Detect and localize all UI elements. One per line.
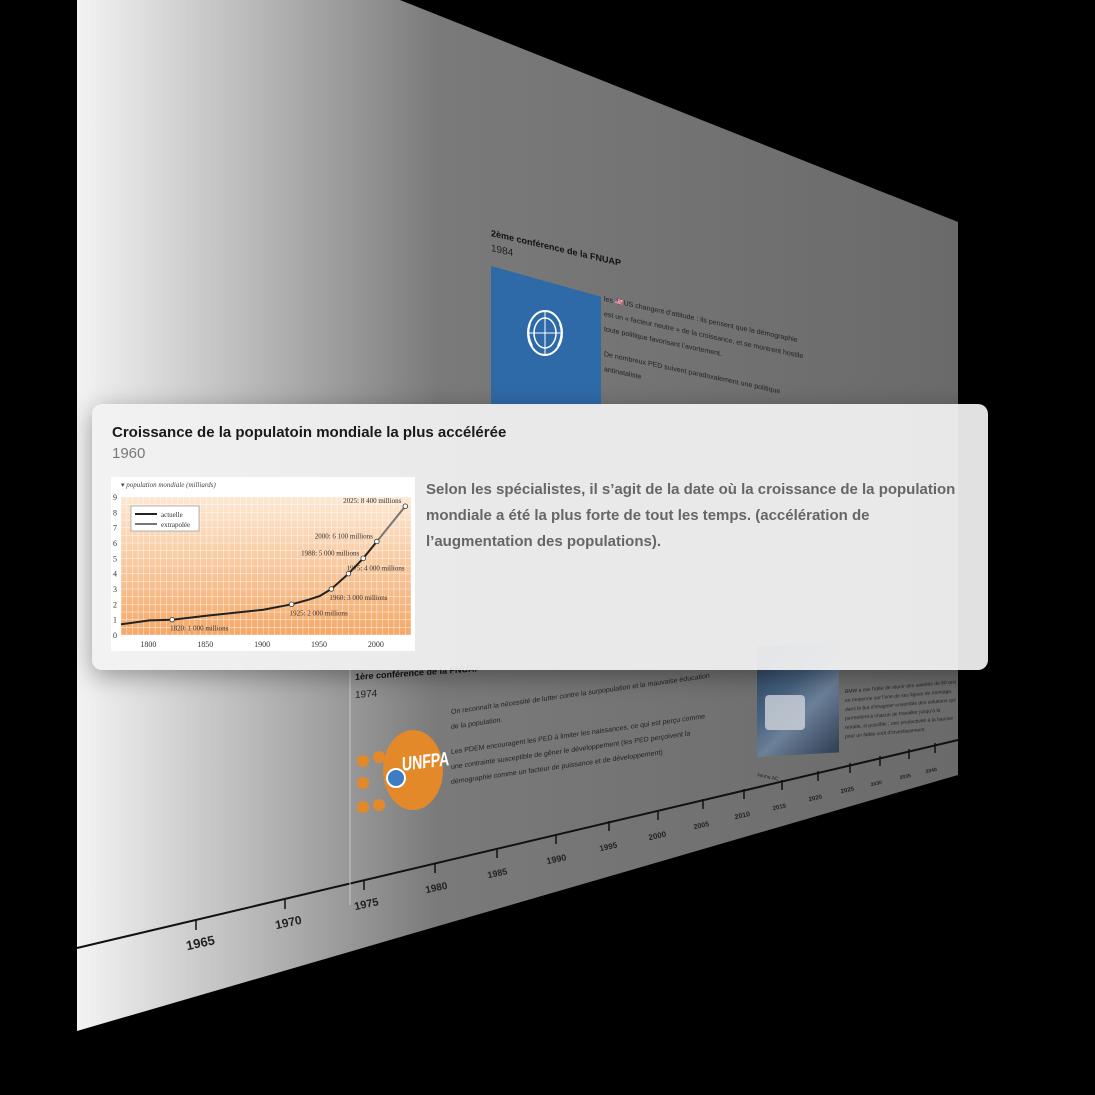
data-label: 1820: 1 000 millions <box>170 625 228 633</box>
y-tick-label: 9 <box>113 493 117 502</box>
event-title: Croissance de la populatoin mondiale la … <box>112 424 507 441</box>
data-label: 1925: 2 000 millions <box>290 609 348 617</box>
data-point <box>402 503 409 509</box>
timeline-tick-label: 1985 <box>487 866 509 880</box>
population-chart-svg: 0 1 2 3 4 5 6 7 8 9 1800 1850 1900 1950 2000 ▾ populati… <box>113 481 412 649</box>
event-year: 1960 <box>112 445 146 462</box>
x-tick-label: 1900 <box>254 640 270 649</box>
x-tick-label: 2000 <box>368 640 384 649</box>
timeline-tick-label: 2040 <box>925 767 937 775</box>
timeline-tick-label: 1975 <box>353 896 379 913</box>
chart-title: ▾ population mondiale (milliards) <box>121 481 217 489</box>
timeline-axis-line <box>76 739 959 949</box>
data-label: 2025: 8 400 millions <box>343 497 401 505</box>
data-label: 2000: 6 100 millions <box>315 532 373 540</box>
data-label: 1975: 4 000 millions <box>346 565 404 573</box>
timeline-tick-label: 1970 <box>274 913 303 932</box>
y-tick-label: 6 <box>113 539 117 548</box>
timeline-tick-label: 2005 <box>693 821 710 831</box>
y-tick-label: 1 <box>113 616 117 625</box>
legend-label: extrapolée <box>161 521 190 529</box>
timeline-tick-label: 2030 <box>870 780 882 788</box>
data-point <box>288 601 295 608</box>
x-tick-label: 1850 <box>197 640 213 649</box>
y-tick-label: 7 <box>113 524 117 533</box>
legend-label: actuelle <box>161 511 183 519</box>
timeline-tick-label: 1990 <box>546 852 568 866</box>
timeline-tick-label: 2000 <box>648 830 668 843</box>
y-tick-label: 0 <box>113 631 117 640</box>
y-tick-label: 3 <box>113 585 117 594</box>
y-tick-label: 4 <box>113 570 117 579</box>
x-tick-label: 1950 <box>311 640 327 649</box>
timeline-tick-label: 2025 <box>840 786 855 795</box>
data-point <box>169 616 175 623</box>
event-card-focused[interactable]: Croissance de la populatoin mondiale la … <box>92 404 988 670</box>
y-tick-label: 5 <box>113 554 117 563</box>
timeline-tick-label: 2010 <box>734 811 751 821</box>
data-point <box>328 586 335 592</box>
event-description: Selon les spécialistes, il s’agit de la … <box>426 481 956 550</box>
data-point <box>360 555 366 562</box>
timeline-tick-label: 1995 <box>599 841 619 854</box>
data-point <box>374 538 380 545</box>
y-tick-label: 2 <box>113 600 117 609</box>
population-chart: 0 1 2 3 4 5 6 7 8 9 1800 1850 1900 1950 2000 ▾ populati… <box>111 477 415 651</box>
x-tick-label: 1800 <box>140 640 156 649</box>
timeline-tick-label: 2020 <box>808 794 823 803</box>
timeline-tick-label: 2035 <box>899 773 911 781</box>
timeline-tick-label: 1980 <box>425 881 449 896</box>
timeline-tick-label: 1965 <box>185 932 216 953</box>
data-label: 1988: 5 000 millions <box>301 549 359 557</box>
data-label: 1960: 3 000 millions <box>329 594 387 602</box>
y-tick-label: 8 <box>113 508 117 517</box>
timeline-tick-label: 2015 <box>772 803 787 812</box>
